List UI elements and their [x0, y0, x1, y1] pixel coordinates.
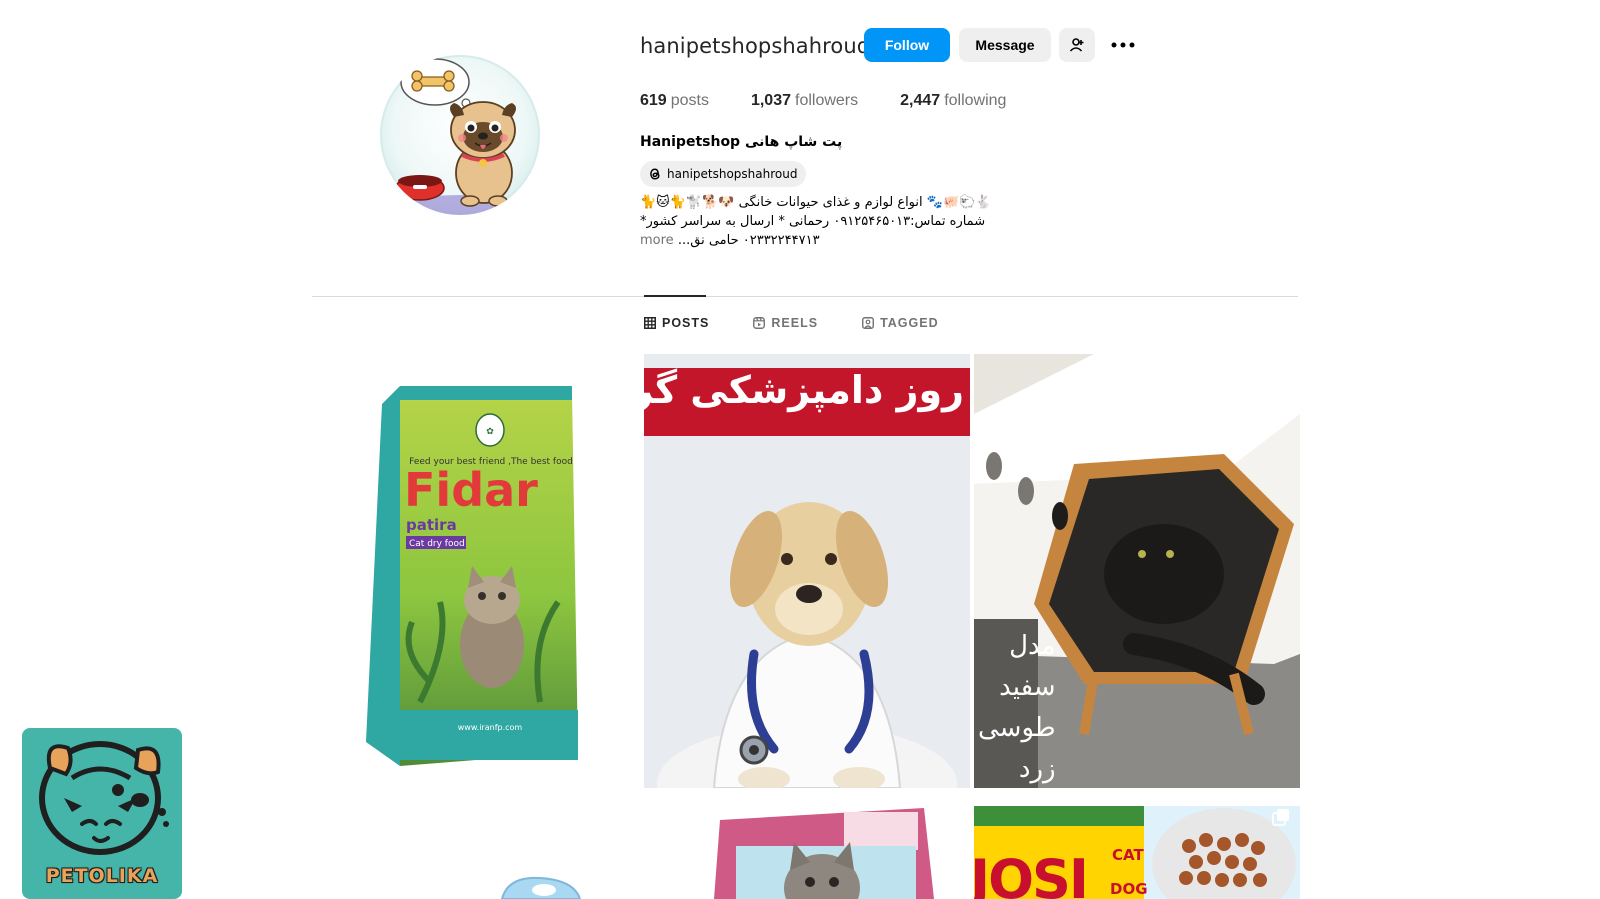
tab-posts-label: POSTS [662, 316, 710, 330]
bio-line-1: 🐇🐑🐖🐾 انواع لوازم و غذای حیوانات خانگی 🐶🐕… [640, 195, 992, 210]
posts-count: 619 posts [640, 92, 709, 110]
bio-more-link[interactable]: more [640, 233, 674, 248]
carousel-icon-2 [1272, 809, 1289, 826]
tagged-icon [862, 317, 875, 329]
tab-tagged-label: TAGGED [880, 316, 939, 330]
profile-username: hanipetshopshahroud [640, 34, 871, 58]
following-count-label: following [944, 92, 1007, 109]
bio-line-2: شماره تماس:۰۹۱۲۵۴۶۵۰۱۳ رحمانی * ارسال به… [640, 214, 986, 229]
vet-puppy-image [657, 502, 957, 788]
post-cat-house[interactable]: مدل سفید طوسی زرد [974, 354, 1300, 788]
bio-line-3-wrap: ۰۲۳۳۲۲۴۴۷۱۳ حامی نق... more [640, 231, 1040, 250]
profile-stats: 619 posts 1,037 followers 2,447 following [640, 92, 1006, 110]
posts-count-label: posts [670, 92, 709, 109]
profile-full-name: Hanipetshop پت شاپ هانی [640, 134, 843, 150]
fidar-site: www.iranfp.com [458, 723, 523, 732]
fidar-bag-image: ✿ Feed your best friend ,The best food F… [366, 386, 578, 766]
followers-count-value: 1,037 [750, 92, 791, 109]
post-cat-food-pink[interactable] [644, 806, 970, 899]
josi-brand-text: JOSI [974, 848, 1089, 899]
cat-house-colors-text: مدل سفید طوسی زرد [978, 631, 1056, 784]
following-link[interactable]: 2,447 following [900, 92, 1006, 110]
fidar-sub: patira [406, 516, 457, 534]
pug-avatar-illustration [395, 58, 516, 215]
tab-reels-label: REELS [771, 316, 819, 330]
threads-icon [650, 168, 660, 180]
tabs-divider [312, 296, 1298, 297]
message-button[interactable]: Message [959, 28, 1051, 62]
carousel-icon [1272, 365, 1289, 382]
profile-tabs: POSTS REELS TAGGED [644, 316, 939, 330]
bio-line-3: ۰۲۳۳۲۲۴۴۷۱۳ حامی نق... [677, 233, 820, 248]
post-blue-accessory[interactable] [312, 806, 638, 899]
petolika-watermark-logo: PETOLIKA [22, 728, 182, 899]
post-fidar-cat-food[interactable]: ✿ Feed your best friend ,The best food F… [360, 382, 590, 777]
suggested-accounts-button[interactable] [1059, 28, 1095, 62]
fidar-type: Cat dry food [409, 539, 465, 549]
post-josi-food[interactable]: CAT DOG JOSI [974, 806, 1300, 899]
followers-count-label: followers [795, 92, 859, 109]
tab-reels[interactable]: REELS [753, 316, 818, 330]
petolika-label: PETOLIKA [45, 865, 159, 887]
josi-dog-label: DOG [1110, 880, 1148, 898]
followers-link[interactable]: 1,037 followers [751, 92, 858, 110]
threads-handle: hanipetshopshahroud [667, 167, 798, 181]
profile-bio: 🐇🐑🐖🐾 انواع لوازم و غذای حیوانات خانگی 🐶🐕… [640, 193, 1040, 250]
more-options-button[interactable] [1105, 28, 1141, 62]
more-dots-icon [1111, 42, 1135, 48]
active-tab-indicator [644, 295, 706, 297]
cat-food-pink-image [714, 808, 934, 899]
tab-posts[interactable]: POSTS [644, 316, 709, 330]
reels-icon [753, 317, 766, 329]
tab-tagged[interactable]: TAGGED [862, 316, 939, 330]
josi-cat-label: CAT [1112, 846, 1144, 864]
add-person-icon [1069, 38, 1084, 52]
fidar-brand: Fidar [404, 463, 538, 517]
post-vet-day[interactable]: روز دامپزشکی گرامی باد [644, 354, 970, 788]
follow-button[interactable]: Follow [864, 28, 950, 62]
profile-avatar[interactable] [380, 55, 540, 215]
blue-accessory-image [500, 876, 582, 899]
threads-badge[interactable]: hanipetshopshahroud [640, 161, 807, 187]
grid-icon [644, 317, 656, 329]
posts-count-value: 619 [640, 92, 667, 109]
following-count-value: 2,447 [900, 92, 941, 109]
svg-text:✿: ✿ [486, 427, 494, 437]
petolika-dog-cat-icon [39, 741, 169, 855]
